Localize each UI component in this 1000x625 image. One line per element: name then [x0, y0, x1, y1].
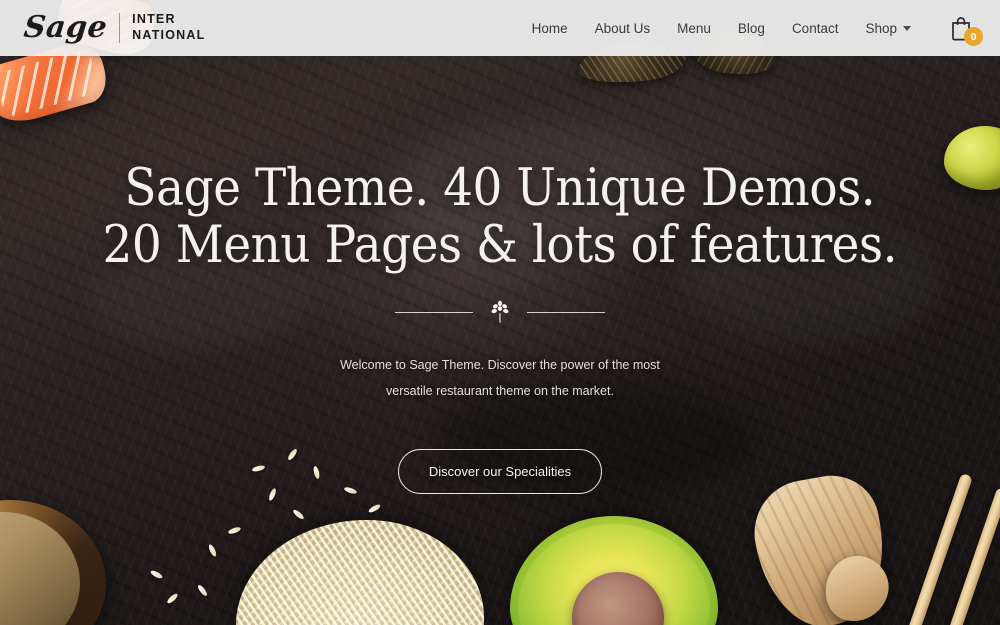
- nav-item-shop-label: Shop: [865, 20, 897, 36]
- hero-section: Sage Theme. 40 Unique Demos. 20 Menu Pag…: [0, 56, 1000, 625]
- logo-subtitle: INTER NATIONAL: [132, 12, 205, 43]
- cart-count-badge: 0: [964, 27, 983, 46]
- leaf-sprig-icon: [491, 300, 509, 323]
- divider-line-right: [527, 311, 605, 313]
- divider-line-left: [395, 311, 473, 313]
- nav-item-home[interactable]: Home: [532, 21, 568, 36]
- hero-headline: Sage Theme. 40 Unique Demos. 20 Menu Pag…: [103, 160, 898, 274]
- hero-headline-line2: 20 Menu Pages & lots of features.: [102, 216, 898, 276]
- nav-item-blog[interactable]: Blog: [738, 21, 765, 36]
- site-header: Sage INTER NATIONAL Home About Us Menu B…: [0, 0, 1000, 56]
- discover-specialities-button[interactable]: Discover our Specialities: [397, 448, 603, 494]
- logo-subtitle-line2: NATIONAL: [132, 28, 206, 42]
- main-navigation: Home About Us Menu Blog Contact Shop 0: [532, 11, 983, 46]
- nav-item-shop[interactable]: Shop: [865, 21, 911, 36]
- hero-subtitle-line2: versatile restaurant theme on the market…: [386, 384, 614, 399]
- hero-headline-line1: Sage Theme. 40 Unique Demos.: [124, 159, 876, 218]
- cart-button[interactable]: 0: [944, 11, 983, 46]
- hero-divider: [395, 300, 605, 324]
- logo-divider: [119, 13, 121, 43]
- hero-subtitle-line1: Welcome to Sage Theme. Discover the powe…: [340, 358, 660, 373]
- site-logo[interactable]: Sage INTER NATIONAL: [22, 10, 205, 45]
- chevron-down-icon: [903, 25, 911, 31]
- nav-item-contact[interactable]: Contact: [792, 21, 839, 36]
- page-root: Sage INTER NATIONAL Home About Us Menu B…: [0, 0, 1000, 625]
- logo-subtitle-line1: INTER: [132, 12, 176, 27]
- hero-subtitle: Welcome to Sage Theme. Discover the powe…: [340, 352, 660, 405]
- nav-item-about-us[interactable]: About Us: [595, 21, 651, 36]
- nav-item-menu[interactable]: Menu: [677, 21, 711, 36]
- logo-script-text: Sage: [22, 10, 110, 45]
